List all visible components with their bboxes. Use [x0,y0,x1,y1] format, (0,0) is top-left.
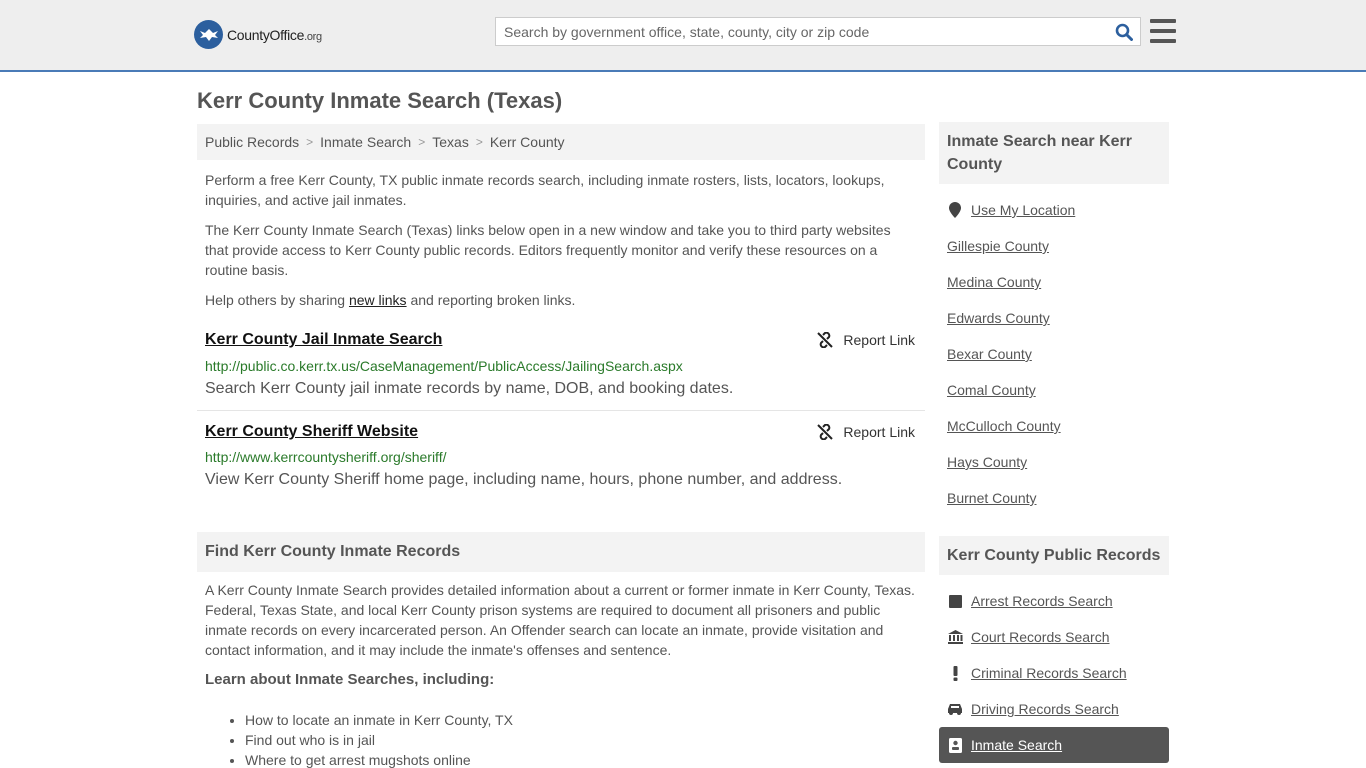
nearby-county-link[interactable]: Hays County [947,454,1027,470]
resource-link-item: Kerr County Sheriff Website Report Link … [197,411,925,501]
courthouse-icon [947,630,963,644]
broken-link-icon [817,424,834,440]
intro-paragraph-3: Help others by sharing new links and rep… [205,292,576,308]
search-icon [1115,23,1133,41]
breadcrumb-separator-icon: > [475,135,483,149]
page-title: Kerr County Inmate Search (Texas) [197,88,563,113]
breadcrumb-inmate-search[interactable]: Inmate Search [320,134,411,150]
breadcrumb-separator-icon: > [418,135,426,149]
search-button[interactable] [1108,18,1140,45]
search-input[interactable] [496,18,1108,45]
list-item: Find out who is in jail [245,730,513,750]
criminal-records-link[interactable]: Criminal Records Search [947,665,1127,681]
report-link-button[interactable]: Report Link [817,332,915,348]
find-records-paragraph: A Kerr County Inmate Search provides det… [205,582,915,658]
report-link-button[interactable]: Report Link [817,424,915,440]
site-logo[interactable]: CountyOffice.org [194,20,322,49]
learn-list: How to locate an inmate in Kerr County, … [245,710,513,768]
exclamation-icon [947,665,963,681]
breadcrumb-separator-icon: > [306,135,314,149]
new-links-link[interactable]: new links [349,292,407,308]
broken-link-icon [817,332,834,348]
square-icon [947,594,963,608]
learn-heading: Learn about Inmate Searches, including: [205,671,495,688]
court-records-link[interactable]: Court Records Search [947,629,1110,645]
inmate-search-link-active[interactable]: Inmate Search [939,727,1169,763]
breadcrumb-texas[interactable]: Texas [432,134,469,150]
nearby-county-link[interactable]: Burnet County [947,490,1037,506]
find-records-heading: Find Kerr County Inmate Records [197,532,925,572]
list-item: How to locate an inmate in Kerr County, … [245,710,513,730]
site-header: CountyOffice.org [0,0,1366,72]
driving-records-link[interactable]: Driving Records Search [947,701,1119,717]
resource-link-title[interactable]: Kerr County Jail Inmate Search [205,331,442,349]
nearby-county-link[interactable]: Comal County [947,382,1036,398]
car-icon [947,703,963,715]
logo-text: CountyOffice.org [227,26,322,43]
nearby-county-link[interactable]: Edwards County [947,310,1050,326]
list-item: Where to get arrest mugshots online [245,750,513,768]
breadcrumb: Public Records > Inmate Search > Texas >… [197,124,925,160]
intro-paragraph-2: The Kerr County Inmate Search (Texas) li… [205,222,891,278]
resource-link-description: Search Kerr County jail inmate records b… [205,380,734,397]
resource-link-url[interactable]: http://www.kerrcountysheriff.org/sheriff… [205,449,446,465]
nearby-county-link[interactable]: Gillespie County [947,238,1049,254]
public-records-heading: Kerr County Public Records [939,536,1169,575]
search-bar [495,17,1141,46]
id-card-icon [947,737,963,753]
intro-paragraph-1: Perform a free Kerr County, TX public in… [205,172,885,208]
location-pin-icon [947,202,963,218]
resource-link-description: View Kerr County Sheriff home page, incl… [205,471,843,488]
nearby-county-link[interactable]: Bexar County [947,346,1032,362]
resource-link-title[interactable]: Kerr County Sheriff Website [205,423,418,441]
nearby-county-link[interactable]: McCulloch County [947,418,1061,434]
use-my-location-link[interactable]: Use My Location [947,202,1075,218]
nearby-county-link[interactable]: Medina County [947,274,1041,290]
hamburger-menu-icon[interactable] [1150,19,1176,43]
resource-link-item: Kerr County Jail Inmate Search Report Li… [197,320,925,411]
breadcrumb-kerr-county[interactable]: Kerr County [490,134,565,150]
breadcrumb-public-records[interactable]: Public Records [205,134,299,150]
resource-link-url[interactable]: http://public.co.kerr.tx.us/CaseManageme… [205,358,683,374]
nearby-heading: Inmate Search near Kerr County [939,122,1169,184]
arrest-records-link[interactable]: Arrest Records Search [947,593,1113,609]
logo-emblem-icon [194,20,223,49]
